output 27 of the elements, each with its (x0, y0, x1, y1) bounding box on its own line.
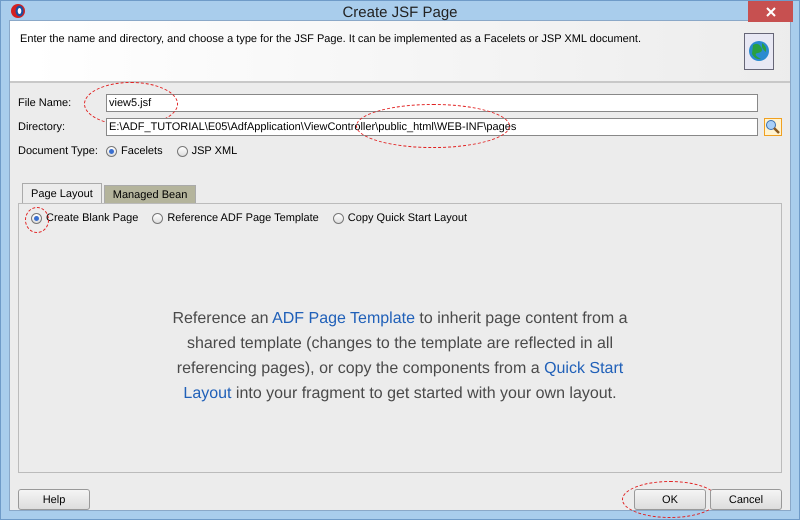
radio-button[interactable] (176, 146, 188, 156)
radio-button[interactable] (31, 212, 42, 224)
field-label: Directory: (18, 121, 66, 133)
globe-icon (744, 33, 774, 71)
dialog-button[interactable]: Cancel (710, 489, 782, 510)
radio-button[interactable] (332, 212, 344, 224)
dialog-button[interactable]: OK (634, 489, 706, 510)
info-text: Reference an ADF Page Template to inherit page content from a shared template (changes to the template are reflected in all referencing pages), or copy the components from a Quick Start Layout into your fragment to get started with your own layout. (171, 309, 629, 404)
dialog-button[interactable]: Help (18, 489, 90, 510)
description-text: Enter the name and directory, and choose a type for the JSF Page. It can be implemented as a Facelets or JSP XML document. (20, 33, 642, 47)
field-label: File Name: (18, 97, 72, 109)
app-logo-icon (10, 2, 26, 18)
close-icon (766, 6, 776, 16)
tab[interactable]: Managed Bean (104, 185, 196, 203)
radio-label[interactable]: Copy Quick Start Layout (348, 212, 468, 224)
search-icon[interactable] (764, 118, 782, 136)
field-label: Document Type: (18, 145, 99, 157)
radio-label[interactable]: Facelets (121, 145, 163, 157)
radio-label[interactable]: Create Blank Page (46, 212, 138, 224)
radio-button[interactable] (106, 146, 117, 156)
text-field[interactable]: view5.jsf (106, 94, 758, 112)
radio-label[interactable]: JSP XML (192, 145, 238, 157)
radio-label[interactable]: Reference ADF Page Template (167, 212, 319, 224)
radio-button[interactable] (152, 212, 164, 224)
tab[interactable]: Page Layout (22, 183, 102, 203)
window-title: Create JSF Page (341, 4, 459, 21)
close-button[interactable] (748, 1, 793, 22)
